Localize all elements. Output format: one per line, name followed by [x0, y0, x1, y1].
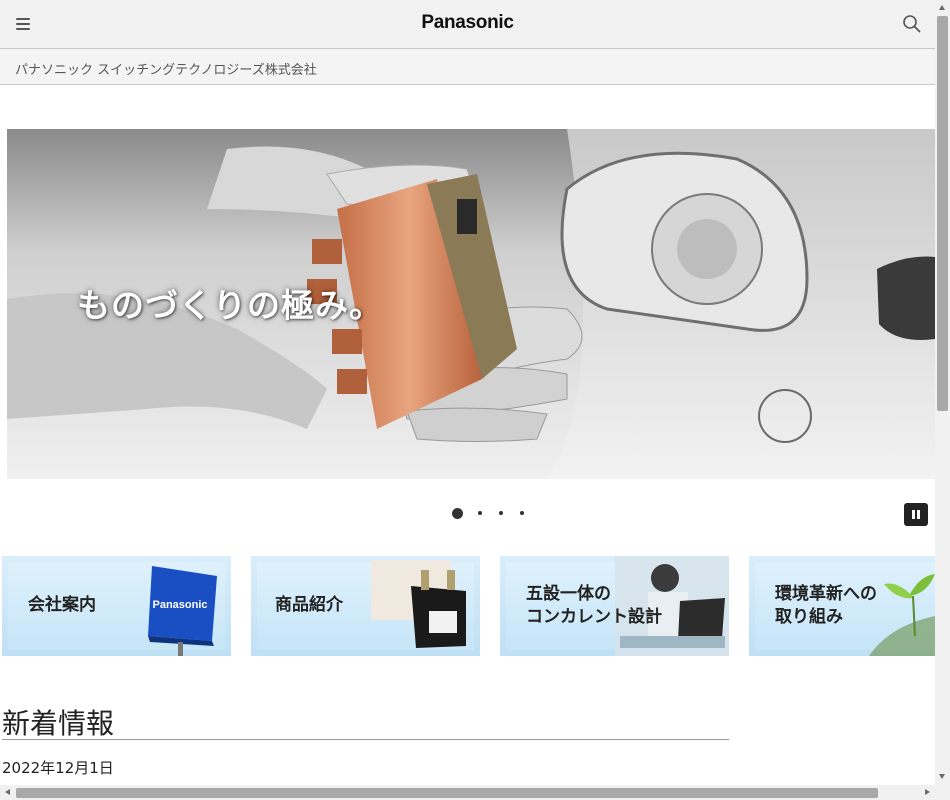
- vertical-scroll-thumb[interactable]: [937, 16, 948, 411]
- scroll-down-arrow-icon[interactable]: [939, 774, 945, 779]
- banner-label: 会社案内: [28, 595, 96, 615]
- banner-environment[interactable]: 環境革新への 取り組み: [749, 556, 935, 656]
- panasonic-logo[interactable]: Panasonic: [0, 12, 935, 34]
- horizontal-scrollbar[interactable]: [0, 785, 950, 800]
- search-icon[interactable]: [900, 12, 924, 36]
- banner-label: 五設一体の コンカレント設計: [526, 584, 662, 627]
- news-item-date: 2022年12月1日: [2, 759, 114, 777]
- news-section-title: 新着情報: [2, 707, 115, 740]
- carousel-dot-1[interactable]: [452, 508, 463, 519]
- pause-icon[interactable]: [904, 503, 928, 526]
- banner-label: 商品紹介: [275, 595, 343, 615]
- scroll-left-arrow-icon[interactable]: [5, 789, 10, 795]
- scroll-right-arrow-icon[interactable]: [925, 789, 930, 795]
- company-name-link[interactable]: パナソニック スイッチングテクノロジーズ株式会社: [15, 59, 317, 78]
- banner-label: 環境革新への 取り組み: [775, 584, 877, 627]
- hero-carousel-slide[interactable]: ものづくりの極み。: [7, 129, 935, 479]
- banner-products[interactable]: 商品紹介: [251, 556, 480, 656]
- vertical-scrollbar[interactable]: [935, 0, 950, 785]
- carousel-dot-2[interactable]: [478, 511, 482, 515]
- company-bar: パナソニック スイッチングテクノロジーズ株式会社: [0, 49, 935, 85]
- scroll-up-arrow-icon[interactable]: [939, 5, 945, 10]
- banner-concurrent-design[interactable]: 五設一体の コンカレント設計: [500, 556, 729, 656]
- carousel-dot-4[interactable]: [520, 511, 524, 515]
- news-divider: [2, 739, 729, 740]
- page-viewport: Panasonic パナソニック スイッチングテクノロジーズ株式会社 ものづくり…: [0, 0, 935, 785]
- hero-caption: ものづくりの極み。: [77, 286, 383, 325]
- horizontal-scroll-thumb[interactable]: [16, 788, 878, 798]
- banner-company-info[interactable]: Panasonic 会社案内: [2, 556, 231, 656]
- sign-logo-text: Panasonic: [152, 599, 207, 611]
- carousel-dot-3[interactable]: [499, 511, 503, 515]
- site-header: Panasonic: [0, 0, 935, 49]
